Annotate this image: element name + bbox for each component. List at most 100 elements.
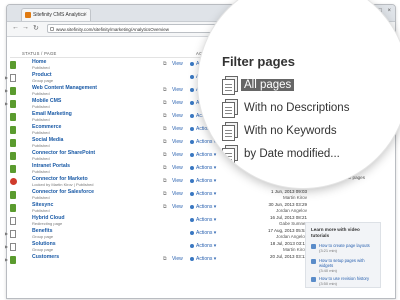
view-icon[interactable]: ⧉ [163, 87, 167, 93]
modified-date: 30 Jun, 2013 03:29 [268, 202, 307, 207]
view-icon[interactable]: ⧉ [163, 178, 167, 184]
filter-option-label[interactable]: by Date modified... [244, 148, 340, 160]
page-icon [10, 243, 16, 251]
actions-menu[interactable]: Actions ▾ [190, 165, 216, 171]
actions-menu[interactable]: Actions ▾ [190, 256, 216, 262]
modified-date: 17 Aug, 2013 05:53 [267, 228, 307, 233]
video-play-icon [311, 277, 316, 282]
actions-icon [190, 126, 194, 131]
modified-date: 18 Jul, 2013 03:11 [270, 241, 307, 246]
filter-option[interactable]: by Date modified... [222, 145, 382, 165]
table-row[interactable]: Connector for Salesforce Published ⧉ View Ac… [0, 189, 390, 202]
view-link[interactable]: View [172, 256, 183, 262]
view-link[interactable]: View [172, 152, 183, 158]
published-page-icon [10, 204, 16, 212]
expand-arrow-icon[interactable]: ▶ [5, 88, 8, 93]
video-tutorials-panel: Learn more with video tutorials How to c… [305, 222, 381, 288]
page-icon [10, 230, 16, 238]
modified-by: Gabe Sumner [278, 221, 307, 226]
expand-arrow-icon[interactable]: ▶ [5, 244, 8, 249]
close-tab-icon[interactable]: × [83, 9, 87, 21]
view-link[interactable]: View [172, 139, 183, 145]
view-link[interactable]: View [172, 191, 183, 197]
actions-icon [190, 100, 194, 105]
expand-arrow-icon[interactable]: ▶ [5, 257, 8, 262]
page-title-link[interactable]: Customers [32, 254, 59, 260]
page-status: Published [32, 104, 50, 109]
view-icon[interactable]: ⧉ [163, 61, 167, 67]
actions-label: Actions [196, 217, 213, 223]
filter-option-label[interactable]: With no Descriptions [244, 102, 349, 114]
view-icon[interactable]: ⧉ [163, 152, 167, 158]
view-link[interactable]: View [172, 113, 183, 119]
published-page-icon [10, 165, 16, 173]
expand-arrow-icon[interactable]: ▶ [5, 75, 8, 80]
published-page-icon [10, 152, 16, 160]
actions-menu[interactable]: Actions ▾ [190, 204, 216, 210]
actions-menu[interactable]: Actions ▾ [190, 230, 216, 236]
document-icon [222, 148, 235, 164]
page-status: Published [32, 65, 50, 70]
page-status: Published [32, 208, 50, 213]
modified-date: 16 Jul, 2013 08:21 [269, 215, 307, 220]
view-icon[interactable]: ⧉ [163, 165, 167, 171]
back-icon[interactable]: ← [12, 24, 19, 31]
page-status: Redirecting page [32, 221, 63, 226]
modified-date: 1 Jun, 2013 09:03 [270, 189, 307, 194]
filter-option[interactable]: All pages [222, 76, 382, 96]
view-icon[interactable]: ⧉ [163, 256, 167, 262]
published-page-icon [10, 139, 16, 147]
actions-label: Actions [196, 165, 213, 171]
actions-icon [190, 139, 194, 144]
actions-menu[interactable]: Actions ▾ [190, 139, 216, 145]
view-link[interactable]: View [172, 87, 183, 93]
close-window-icon[interactable]: × [387, 8, 391, 14]
expand-arrow-icon[interactable]: ▶ [5, 231, 8, 236]
page-status: Published [32, 143, 50, 148]
video-link-title[interactable]: How to setup pages with widgets [319, 258, 379, 268]
actions-icon [190, 191, 194, 196]
expand-arrow-icon[interactable]: ▶ [5, 101, 8, 106]
reload-icon[interactable]: ↻ [33, 24, 39, 32]
modified-by: Jordan Angelov [275, 234, 307, 239]
view-icon[interactable]: ⧉ [163, 113, 167, 119]
actions-icon [190, 230, 194, 235]
actions-menu[interactable]: Actions ▾ [190, 243, 216, 249]
view-icon[interactable]: ⧉ [163, 100, 167, 106]
filter-option[interactable]: With no Descriptions [222, 99, 382, 119]
published-page-icon [10, 100, 16, 108]
actions-label: Actions [196, 191, 213, 197]
actions-menu[interactable]: Actions ▾ [190, 152, 216, 158]
view-link[interactable]: View [172, 178, 183, 184]
filter-option-label[interactable]: All pages [241, 79, 295, 91]
view-icon[interactable]: ⧉ [163, 204, 167, 210]
published-page-icon [10, 113, 16, 121]
view-link[interactable]: View [172, 61, 183, 67]
video-play-icon [311, 259, 316, 264]
favicon-icon [25, 12, 31, 18]
table-row[interactable]: Sitesync Published ⧉ View Actions ▾ 30 Jun, 2… [0, 202, 390, 215]
actions-icon [190, 74, 194, 79]
filter-pages-magnifier: Filter pages All pages With no Descriptio… [198, 0, 400, 188]
filter-option[interactable]: With no Keywords [222, 122, 382, 142]
view-link[interactable]: View [172, 204, 183, 210]
document-icon [222, 102, 235, 118]
actions-menu[interactable]: Actions ▾ [190, 217, 216, 223]
view-icon[interactable]: ⧉ [163, 139, 167, 145]
actions-menu[interactable]: Actions ▾ [190, 178, 216, 184]
actions-icon [190, 152, 194, 157]
view-link[interactable]: View [172, 100, 183, 106]
actions-menu[interactable]: Actions ▾ [190, 191, 216, 197]
actions-label: Actions [196, 230, 213, 236]
page-status: Published [32, 195, 50, 200]
view-icon[interactable]: ⧉ [163, 126, 167, 132]
view-link[interactable]: View [172, 126, 183, 132]
view-link[interactable]: View [172, 165, 183, 171]
actions-icon [190, 87, 194, 92]
view-icon[interactable]: ⧉ [163, 191, 167, 197]
filter-option-label[interactable]: With no Keywords [244, 125, 337, 137]
lock-icon [50, 27, 54, 31]
browser-tab[interactable]: Sitefinity CMS Analytics × [21, 8, 91, 21]
forward-icon[interactable]: → [22, 24, 29, 31]
page-status: Published [32, 91, 50, 96]
